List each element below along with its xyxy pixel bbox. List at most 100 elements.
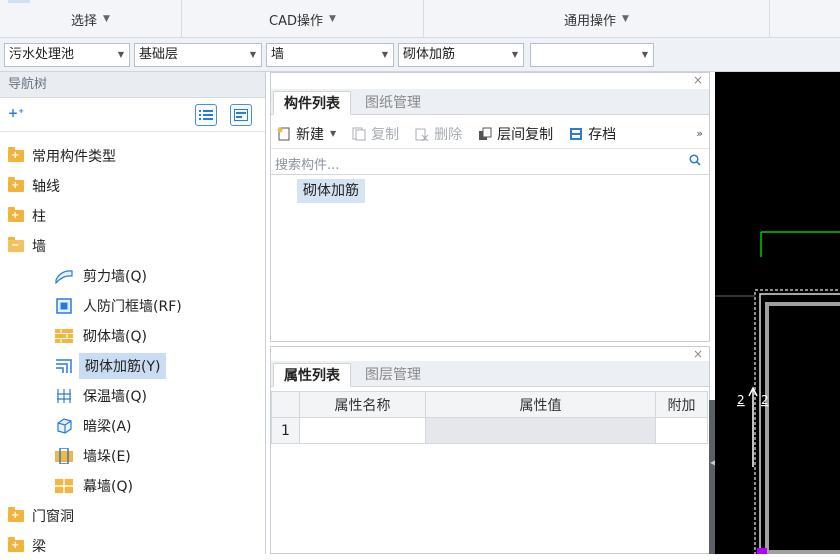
column-header[interactable]: 属性值 [425,391,656,418]
delete-button[interactable]: 删除 [415,124,462,144]
tab-component-list[interactable]: 构件列表 [273,91,351,115]
tree-item-label: 暗梁(A) [83,419,132,435]
floor-select-value: 基础层 [139,47,179,62]
component-toolbar: 新建 ▼ 复制 删除 层间复制 存档 » [271,119,709,149]
hidden-beam-icon [55,417,73,435]
tree-item-label: 轴线 [32,179,60,195]
search-icon[interactable] [689,154,701,166]
tree-item-label: 幕墙(Q) [83,479,133,495]
archive-icon [570,127,583,140]
tree-item-insulation-wall[interactable]: 保温墙(Q) [0,382,266,410]
component-select-value: 砌体加筋 [403,47,456,62]
floor-copy-icon [479,127,492,140]
copy-icon [352,127,366,140]
tree-item-label: 砌体加筋(Y) [79,353,167,379]
navigation-tree: 导航树 +⁺ + 常用构件类型 + 轴线 + 柱 − 墙 剪力墙(Q) 人防门框… [0,72,266,555]
chevron-down-icon: ▼ [103,14,110,24]
tab-layer-management[interactable]: 图层管理 [355,363,431,387]
category-select[interactable]: 墙 ▼ [266,43,394,67]
floor-copy-button-label: 层间复制 [497,126,554,143]
row-number: 1 [271,417,300,444]
delete-icon [415,128,429,141]
chevron-down-icon: ▼ [622,14,629,24]
cad-wall-middle [759,293,840,554]
project-select[interactable]: 污水处理池 ▼ [4,43,130,67]
copy-button-label: 复制 [371,126,400,143]
search-input[interactable]: 搜索构件... [275,154,339,173]
category-select-value: 墙 [271,47,285,62]
more-tools-icon[interactable]: » [696,127,703,140]
chevron-down-icon: ▼ [330,129,337,138]
list-view-icon[interactable] [195,104,217,126]
folder-plus-icon: + [8,147,24,162]
table-header-row: 属性名称 属性值 附加 [271,391,708,418]
tree-item-column[interactable]: + 柱 [0,202,266,230]
tree-item-label: 墙垛(E) [83,449,131,465]
copy-button[interactable]: 复制 [352,124,399,144]
tree-item-civil-defense-door-wall[interactable]: 人防门框墙(RF) [0,292,266,320]
tree-item-axis[interactable]: + 轴线 [0,172,266,200]
nav-title: 导航树 [0,72,265,98]
ribbon-group-label: 通用操作 [564,13,617,29]
cad-canvas[interactable]: 2 2 [715,72,840,554]
property-value-cell[interactable] [425,417,656,444]
ribbon-group-select[interactable]: 选择 ▼ [0,0,182,38]
component-panel-tabs: 构件列表 图纸管理 [271,89,709,115]
tree-item-hidden-beam[interactable]: 暗梁(A) [0,412,266,440]
property-name-cell[interactable] [299,417,426,444]
tree-item-wall[interactable]: − 墙 [0,232,266,260]
component-select[interactable]: 砌体加筋 ▼ [398,43,524,67]
property-list-panel: × 属性列表 图层管理 属性名称 属性值 附加 1 [270,346,710,554]
cad-grip [757,548,767,554]
detail-view-icon[interactable] [230,104,252,126]
add-sparkle-icon[interactable]: +⁺ [8,106,24,120]
property-extra-cell[interactable] [655,417,708,444]
floor-copy-button[interactable]: 层间复制 [478,124,553,144]
ribbon-group-label: 选择 [71,13,98,29]
ribbon-group-cad[interactable]: CAD操作 ▼ [182,0,424,38]
close-icon[interactable]: × [693,73,703,87]
tree-item-curtain-wall[interactable]: 幕墙(Q) [0,472,266,500]
tree-item-masonry-wall[interactable]: 砌体墙(Q) [0,322,266,350]
archive-button[interactable]: 存档 [569,124,616,144]
chevron-down-icon: ▼ [117,50,124,59]
tree-item-common-types[interactable]: + 常用构件类型 [0,142,266,170]
insulation-wall-icon [55,387,73,405]
folder-plus-icon: + [8,507,24,522]
tree-item-door-window-opening[interactable]: + 门窗洞 [0,502,266,530]
tab-drawing-management[interactable]: 图纸管理 [355,91,431,115]
close-icon[interactable]: × [693,347,703,361]
chevron-down-icon: ▼ [641,50,648,59]
tree-item-label: 常用构件类型 [32,149,116,165]
folder-plus-icon: + [8,537,24,552]
new-button[interactable]: 新建 ▼ [277,124,336,144]
tree-item-label: 门窗洞 [32,509,74,525]
ribbon-header: 选择 ▼ CAD操作 ▼ 通用操作 ▼ [0,0,840,38]
floor-select[interactable]: 基础层 ▼ [134,43,262,67]
tree-item-wall-pier[interactable]: 墙垛(E) [0,442,266,470]
chevron-down-icon: ▼ [329,14,336,24]
column-header[interactable]: 附加 [655,391,708,418]
tree-item-label: 墙 [32,239,46,255]
masonry-rebar-icon [55,357,73,375]
folder-plus-icon: + [8,177,24,192]
delete-button-label: 删除 [434,126,463,143]
new-button-label: 新建 [296,126,324,143]
new-file-icon [277,127,290,140]
component-search[interactable]: 搜索构件... [271,149,709,175]
extra-select[interactable]: ▼ [530,43,654,67]
column-header[interactable]: 属性名称 [299,391,426,418]
tree-item-label: 保温墙(Q) [83,389,147,405]
tab-property-list[interactable]: 属性列表 [273,363,351,387]
property-table: 属性名称 属性值 附加 1 [271,391,708,444]
table-row[interactable]: 1 [271,417,708,444]
tree-item-masonry-rebar[interactable]: 砌体加筋(Y) [0,352,266,380]
curtain-wall-icon [55,477,73,495]
cad-drawing: 2 2 [715,231,840,554]
ribbon-group-general[interactable]: 通用操作 ▼ [424,0,770,38]
component-list-item[interactable]: 砌体加筋 [297,179,365,203]
tree-item-label: 人防门框墙(RF) [83,299,182,315]
tree-item-beam[interactable]: + 梁 [0,532,266,560]
shear-wall-icon [55,267,73,285]
tree-item-shear-wall[interactable]: 剪力墙(Q) [0,262,266,290]
